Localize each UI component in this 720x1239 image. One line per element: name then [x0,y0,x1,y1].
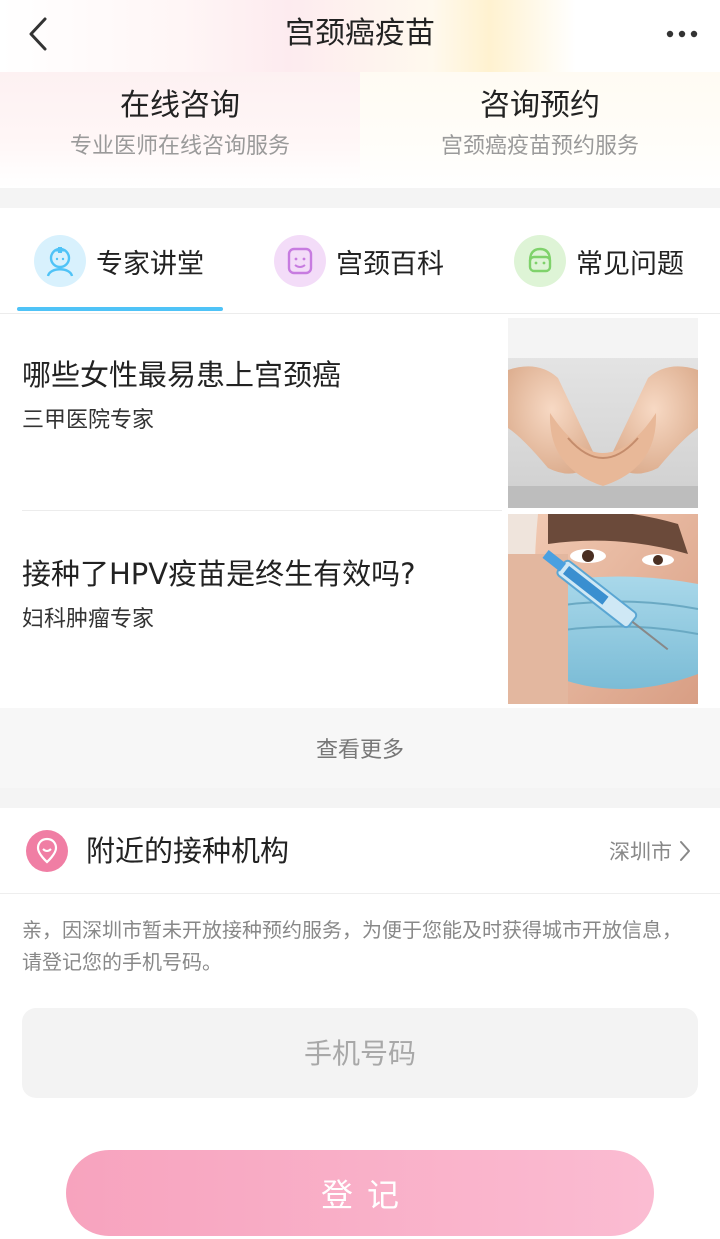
online-consult-card[interactable]: 在线咨询 专业医师在线咨询服务 [0,72,360,188]
tab-label: 宫颈百科 [336,248,444,280]
tab-cervix-encyclopedia[interactable]: 宫颈百科 [274,232,444,290]
phone-number-input[interactable] [22,1008,698,1098]
consult-card-subtitle: 专业医师在线咨询服务 [69,134,290,159]
nurse-syringe-photo [508,514,698,704]
consult-section: 在线咨询 专业医师在线咨询服务 咨询预约 宫颈癌疫苗预约服务 [0,72,720,188]
category-tabs: 专家讲堂 宫颈百科 常见问题 [0,208,720,314]
consult-card-title: 咨询预约 [480,88,600,123]
tab-faq[interactable]: 常见问题 [514,232,684,290]
article-title: 接种了HPV疫苗是终生有效吗? [22,557,416,591]
more-dots-icon [666,30,698,38]
cupped-hands-photo [508,318,698,508]
city-label: 深圳市 [609,840,672,864]
consult-card-subtitle: 宫颈癌疫苗预约服务 [440,134,639,159]
chevron-left-icon [29,17,47,51]
article-author: 妇科肿瘤专家 [22,607,155,632]
doctor-avatar-icon [34,235,86,287]
chevron-right-icon [680,841,690,861]
consult-card-title: 在线咨询 [120,88,240,123]
back-button[interactable] [18,14,58,54]
article-item[interactable]: 哪些女性最易患上宫颈癌 三甲医院专家 [0,314,720,511]
city-selector[interactable]: 深圳市 [609,834,692,868]
register-button[interactable]: 登记 [66,1150,654,1236]
registration-notice: 亲，因深圳市暂未开放接种预约服务，为便于您能及时获得城市开放信息，请登记您的手机… [22,918,682,974]
nearby-header: 附近的接种机构 深圳市 [0,808,720,894]
more-button[interactable] [662,14,702,54]
consult-appointment-card[interactable]: 咨询预约 宫颈癌疫苗预约服务 [360,72,720,188]
nearby-title: 附近的接种机构 [86,834,290,868]
article-title: 哪些女性最易患上宫颈癌 [22,358,342,392]
article-author: 三甲医院专家 [22,408,155,433]
view-more-button[interactable]: 查看更多 [0,708,720,788]
article-item[interactable]: 接种了HPV疫苗是终生有效吗? 妇科肿瘤专家 [0,511,720,708]
location-pin-icon [26,830,68,872]
faq-face-icon [514,235,566,287]
top-navigation-bar: 宫颈癌疫苗 [0,0,720,72]
encyclopedia-face-icon [274,235,326,287]
active-tab-indicator [17,307,223,311]
tab-label: 常见问题 [576,248,684,280]
tab-label: 专家讲堂 [96,248,204,280]
tab-expert-lecture[interactable]: 专家讲堂 [34,232,204,290]
article-list: 哪些女性最易患上宫颈癌 三甲医院专家 接种了HPV疫苗是终生有效吗? 妇科肿瘤专… [0,314,720,708]
page-title: 宫颈癌疫苗 [285,16,435,51]
nearby-institutions-section: 附近的接种机构 深圳市 亲，因深圳市暂未开放接种预约服务，为便于您能及时获得城市… [0,808,720,1239]
